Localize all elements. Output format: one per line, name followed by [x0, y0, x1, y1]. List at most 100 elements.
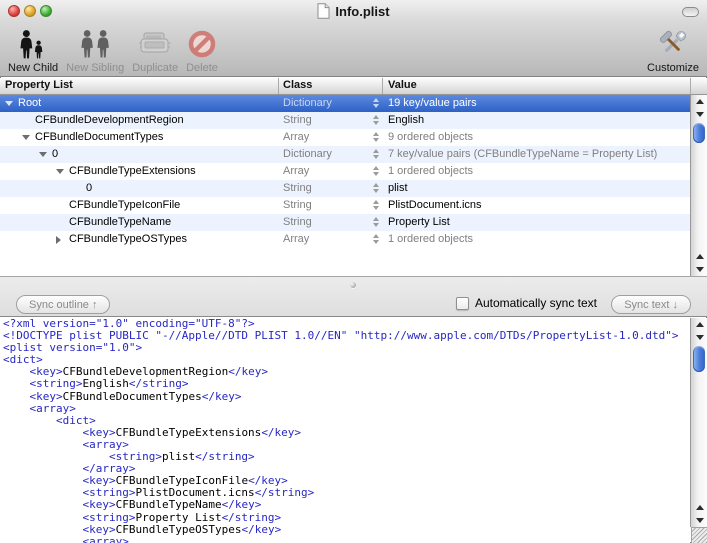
new-child-icon	[18, 27, 48, 61]
outline-row[interactable]: CFBundleTypeName String Property List	[0, 214, 690, 231]
xml-source-view[interactable]: <?xml version="1.0" encoding="UTF-8"?><!…	[0, 317, 690, 543]
outline-row[interactable]: CFBundleDevelopmentRegionString English	[0, 112, 690, 129]
value-cell[interactable]: English	[388, 112, 688, 129]
outline-row[interactable]: RootDictionary 19 key/value pairs	[0, 95, 690, 112]
splitter-bar: Sync outline ↑ Automatically sync text S…	[0, 276, 707, 317]
value-cell[interactable]: 1 ordered objects	[388, 163, 688, 180]
property-key-cell[interactable]: CFBundleDocumentTypes	[0, 129, 300, 146]
scroll-down-button[interactable]	[692, 514, 707, 527]
class-popup-cell[interactable]: Array	[283, 129, 369, 146]
disclosure-triangle-icon[interactable]	[22, 135, 35, 140]
scroll-up-button[interactable]	[692, 318, 707, 331]
value-cell[interactable]: Property List	[388, 214, 688, 231]
class-popup-stepper-icon[interactable]	[372, 217, 379, 227]
arrow-up-icon	[696, 505, 704, 510]
new-child-button[interactable]: New Child	[6, 22, 60, 74]
toolbar-button-label: Delete	[186, 62, 218, 74]
class-popup-stepper-icon[interactable]	[372, 149, 379, 159]
column-divider[interactable]	[278, 78, 279, 94]
class-popup-cell[interactable]: Dictionary	[283, 146, 369, 163]
class-popup-stepper-icon[interactable]	[372, 166, 379, 176]
disclosure-triangle-icon	[5, 101, 13, 106]
toolbar-toggle-button[interactable]	[682, 7, 699, 17]
document-icon	[317, 3, 330, 19]
property-key-label: 0	[86, 180, 92, 197]
title-group: Info.plist	[0, 0, 707, 22]
scroll-up-button[interactable]	[692, 501, 707, 514]
outline-row[interactable]: CFBundleTypeOSTypesArray1 ordered object…	[0, 231, 690, 248]
column-divider	[690, 78, 691, 94]
class-popup-cell[interactable]: String	[283, 180, 369, 197]
class-popup-stepper-icon[interactable]	[372, 183, 379, 193]
value-cell[interactable]: 9 ordered objects	[388, 129, 688, 146]
class-popup-cell[interactable]: Array	[283, 231, 369, 248]
disclosure-triangle-icon[interactable]	[39, 152, 52, 157]
titlebar[interactable]: Info.plist	[0, 0, 707, 22]
disclosure-triangle-icon[interactable]	[56, 236, 69, 244]
xml-source-editor[interactable]: <?xml version="1.0" encoding="UTF-8"?><!…	[0, 317, 690, 543]
disclosure-triangle-icon[interactable]	[5, 101, 18, 106]
scroll-down-button[interactable]	[692, 331, 707, 344]
scroll-down-button[interactable]	[692, 108, 707, 121]
stepper-up-icon	[373, 149, 379, 153]
outline-row[interactable]: 0 String plist	[0, 180, 690, 197]
splitter-handle[interactable]	[350, 282, 356, 288]
stepper-up-icon	[373, 166, 379, 170]
arrow-up-icon	[696, 254, 704, 259]
column-header-class[interactable]: Class	[283, 79, 312, 91]
arrow-down-icon	[696, 335, 704, 340]
window-title: Info.plist	[335, 4, 389, 19]
class-popup-cell[interactable]: String	[283, 214, 369, 231]
value-cell[interactable]: plist	[388, 180, 688, 197]
property-key-cell[interactable]: CFBundleDevelopmentRegion	[0, 112, 300, 129]
stepper-down-icon	[373, 223, 379, 227]
outline-row[interactable]: CFBundleTypeExtensions Array 1 ordered obj…	[0, 163, 690, 180]
class-popup-cell[interactable]: String	[283, 112, 369, 129]
disclosure-triangle-icon[interactable]	[56, 169, 69, 174]
property-key-label: CFBundleTypeName	[69, 214, 171, 231]
sync-text-button[interactable]: Sync text ↓	[611, 295, 691, 314]
class-popup-stepper-icon[interactable]	[372, 132, 379, 142]
class-popup-stepper-icon[interactable]	[372, 98, 379, 108]
auto-sync-checkbox[interactable]	[456, 297, 469, 310]
new-sibling-button[interactable]: New Sibling	[64, 22, 126, 74]
class-popup-stepper-icon[interactable]	[372, 200, 379, 210]
scrollbar-thumb[interactable]	[693, 346, 705, 372]
class-popup-stepper-icon[interactable]	[372, 234, 379, 244]
auto-sync-label: Automatically sync text	[475, 296, 597, 310]
disclosure-triangle-icon	[22, 135, 30, 140]
value-cell[interactable]: 1 ordered objects	[388, 231, 688, 248]
value-cell[interactable]: 7 key/value pairs (CFBundleTypeName = Pr…	[388, 146, 688, 163]
column-header-value[interactable]: Value	[388, 79, 417, 91]
column-divider[interactable]	[382, 78, 383, 94]
column-header-property-list[interactable]: Property List	[5, 79, 73, 91]
property-key-label: CFBundleTypeExtensions	[69, 163, 196, 180]
property-key-cell[interactable]: Root	[0, 95, 283, 112]
outline-vertical-scrollbar[interactable]	[690, 95, 707, 276]
customize-button[interactable]: Customize	[645, 22, 701, 74]
scroll-down-button[interactable]	[692, 263, 707, 276]
stepper-down-icon	[373, 189, 379, 193]
customize-icon	[657, 27, 689, 61]
scrollbar-thumb[interactable]	[693, 123, 705, 143]
toolbar-button-label: Customize	[647, 62, 699, 74]
outline-row[interactable]: CFBundleDocumentTypesArray 9 ordered obje…	[0, 129, 690, 146]
class-popup-cell[interactable]: Dictionary	[283, 95, 369, 112]
stepper-up-icon	[373, 234, 379, 238]
value-cell[interactable]: 19 key/value pairs	[388, 95, 688, 112]
outline-row[interactable]: CFBundleTypeIconFileStringPlistDocument.…	[0, 197, 690, 214]
delete-button[interactable]: Delete	[184, 22, 220, 74]
window-resize-grip[interactable]	[691, 527, 707, 543]
value-cell[interactable]: PlistDocument.icns	[388, 197, 688, 214]
duplicate-button[interactable]: Duplicate	[130, 22, 180, 74]
scroll-up-button[interactable]	[692, 250, 707, 263]
class-popup-cell[interactable]: Array	[283, 163, 369, 180]
xml-vertical-scrollbar[interactable]	[690, 318, 707, 527]
class-popup-cell[interactable]: String	[283, 197, 369, 214]
scroll-up-button[interactable]	[692, 95, 707, 108]
sync-outline-button[interactable]: Sync outline ↑	[16, 295, 110, 314]
outline-body: RootDictionary19 key/value pairsCFBundle…	[0, 95, 690, 276]
outline-row[interactable]: 0Dictionary 7 key/value pairs (CFBundleTy…	[0, 146, 690, 163]
class-popup-stepper-icon[interactable]	[372, 115, 379, 125]
property-key-cell[interactable]: 0	[0, 146, 317, 163]
